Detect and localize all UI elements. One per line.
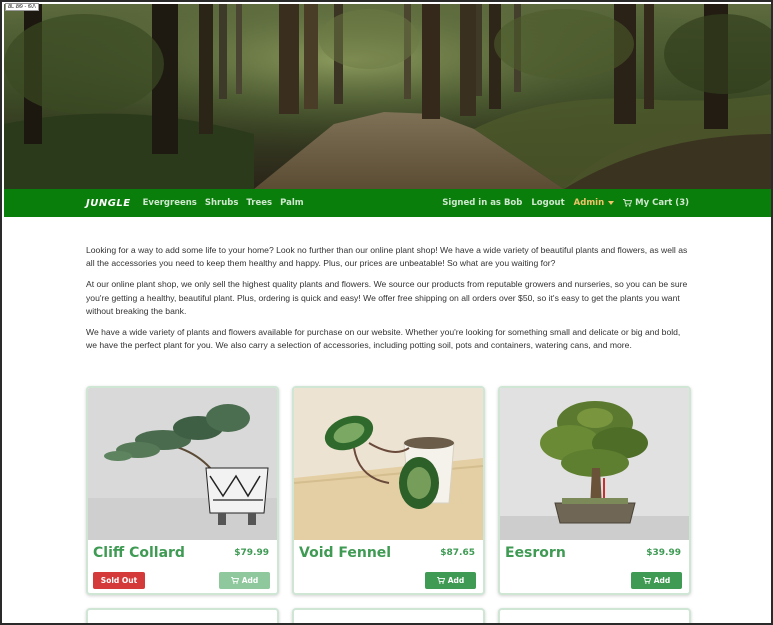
my-cart-link[interactable]: My Cart (3)	[623, 198, 689, 208]
product-price: $87.65	[440, 548, 475, 558]
product-price: $79.99	[234, 548, 269, 558]
intro-paragraph-2: At our online plant shop, we only sell t…	[86, 279, 688, 317]
hero-image	[4, 4, 771, 189]
product-card[interactable]	[292, 608, 485, 623]
product-card[interactable]: Cliff Collard $79.99 Sold Out Add	[86, 386, 279, 595]
intro-paragraph-3: We have a wide variety of plants and flo…	[86, 327, 681, 351]
nav-link-shrubs[interactable]: Shrubs	[205, 198, 239, 208]
product-name: Eesrorn	[505, 545, 566, 561]
product-name: Void Fennel	[299, 545, 392, 561]
add-label: Add	[241, 576, 259, 585]
product-card[interactable]: Eesrorn $39.99 Add	[498, 386, 691, 595]
add-label: Add	[653, 576, 671, 585]
product-price: $39.99	[646, 548, 681, 558]
nav-link-evergreens[interactable]: Evergreens	[143, 198, 197, 208]
product-card[interactable]	[498, 608, 691, 623]
cart-icon	[436, 577, 445, 584]
cart-icon	[642, 577, 651, 584]
product-card[interactable]	[86, 608, 279, 623]
admin-label: Admin	[573, 198, 605, 208]
corner-tag: ᏰᏞ ᏰᏫ - ᏫᏁ	[5, 3, 39, 11]
product-image-void-fennel[interactable]	[294, 388, 483, 540]
product-image-cliff-collard[interactable]	[88, 388, 277, 540]
sold-out-badge: Sold Out	[93, 572, 145, 589]
brand-logo[interactable]: JUNGLE	[86, 198, 131, 209]
add-to-cart-button[interactable]: Add	[631, 572, 682, 589]
cart-icon	[623, 199, 633, 207]
cart-label: My Cart (3)	[635, 198, 689, 208]
signed-in-text: Signed in as Bob	[442, 198, 523, 208]
navbar: JUNGLE Evergreens Shrubs Trees Palm Sign…	[4, 189, 771, 217]
add-to-cart-button[interactable]: Add	[425, 572, 476, 589]
browser-frame: ᏰᏞ ᏰᏫ - ᏫᏁ JUNGLE Evergreens Shrubs Tree…	[0, 0, 773, 625]
cart-icon	[230, 577, 239, 584]
product-card[interactable]: Void Fennel $87.65 Add	[292, 386, 485, 595]
nav-link-palm[interactable]: Palm	[280, 198, 304, 208]
intro-section: Looking for a way to add some life to yo…	[86, 244, 690, 360]
product-image-eesrorn[interactable]	[500, 388, 689, 540]
logout-link[interactable]: Logout	[531, 198, 564, 208]
caret-down-icon	[608, 200, 615, 205]
intro-paragraph-1: Looking for a way to add some life to yo…	[86, 245, 688, 269]
add-label: Add	[447, 576, 465, 585]
admin-dropdown[interactable]: Admin	[574, 198, 615, 208]
product-name: Cliff Collard	[93, 545, 185, 561]
add-to-cart-button[interactable]: Add	[219, 572, 270, 589]
nav-link-trees[interactable]: Trees	[246, 198, 272, 208]
